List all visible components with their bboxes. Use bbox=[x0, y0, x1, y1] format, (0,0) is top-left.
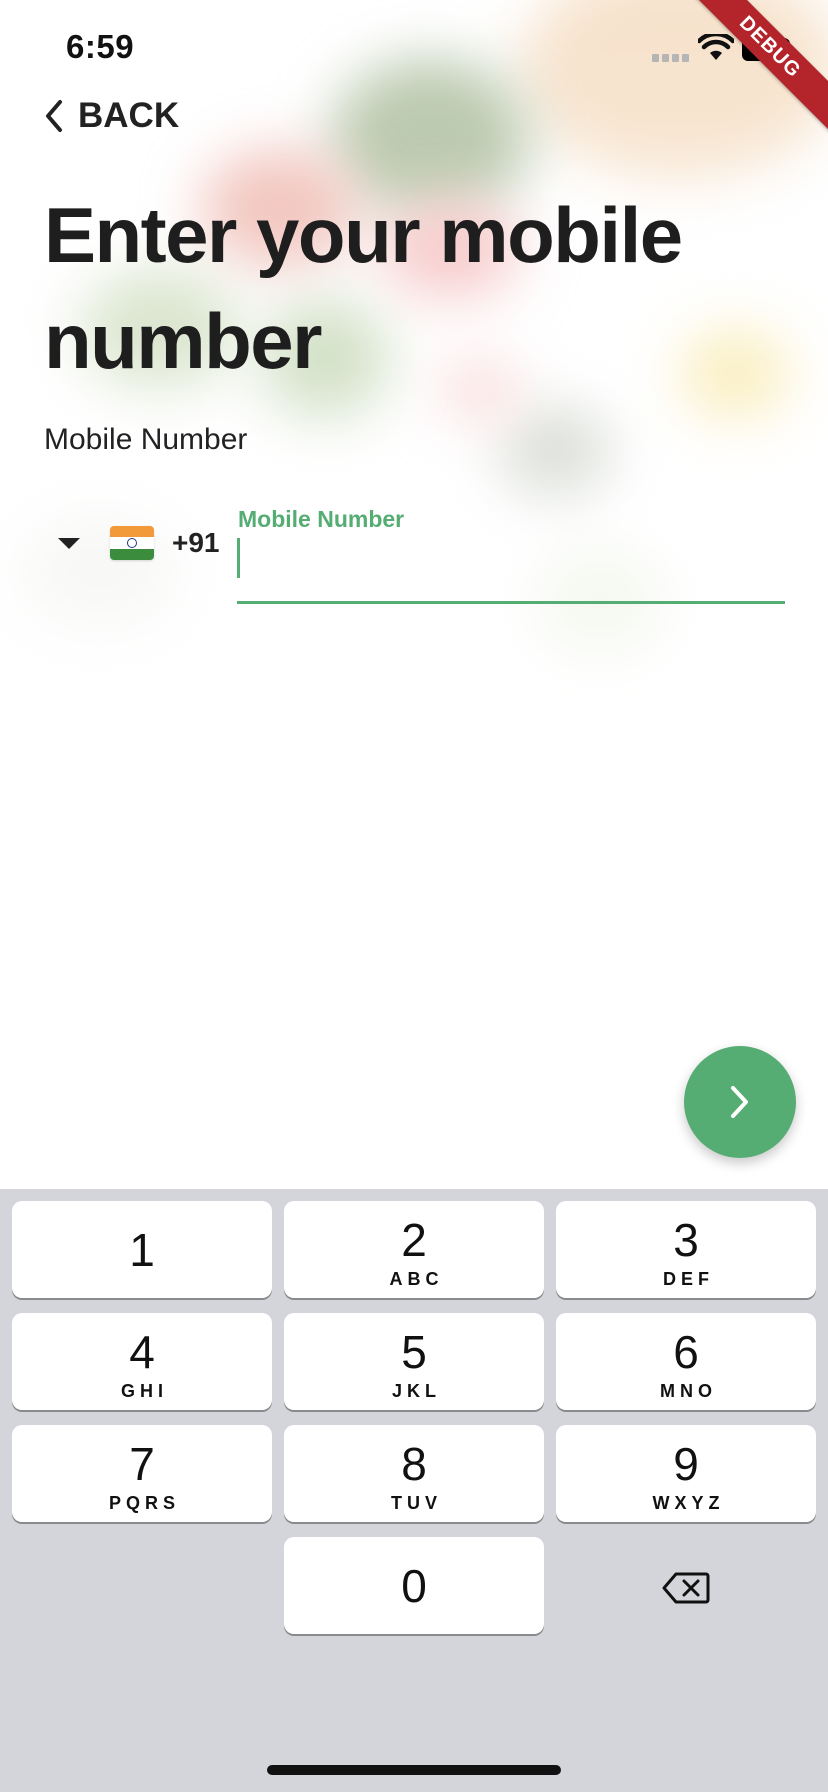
country-code-picker[interactable]: +91 bbox=[50, 518, 220, 568]
status-bar: 6:59 DEBUG bbox=[0, 0, 828, 137]
key-digit: 3 bbox=[673, 1214, 699, 1266]
key-letters: JKL bbox=[391, 1381, 441, 1401]
chevron-right-icon bbox=[731, 1086, 748, 1118]
key-digit: 1 bbox=[129, 1224, 155, 1276]
chevron-left-icon bbox=[46, 100, 62, 132]
india-flag-icon bbox=[110, 526, 154, 560]
key-9[interactable]: 9 WXYZ bbox=[556, 1425, 816, 1522]
key-4[interactable]: 4 GHI bbox=[12, 1313, 272, 1410]
key-digit: 2 bbox=[401, 1214, 427, 1266]
country-dial-code: +91 bbox=[172, 527, 220, 558]
numeric-keypad: 1 2 ABC 3 DEF 4 GHI 5 JKL 6 MNO 7 PQRS 8… bbox=[0, 1189, 828, 1792]
key-letters: TUV bbox=[391, 1493, 442, 1513]
key-letters: DEF bbox=[663, 1269, 714, 1289]
page-title: Enter your mobile number bbox=[44, 191, 683, 385]
next-button[interactable] bbox=[684, 1046, 796, 1158]
key-1[interactable]: 1 bbox=[12, 1201, 272, 1298]
cellular-signal-icon bbox=[652, 54, 689, 62]
backspace-icon bbox=[662, 1572, 710, 1603]
key-letters: ABC bbox=[389, 1269, 444, 1289]
mobile-number-floating-label: Mobile Number bbox=[238, 506, 405, 532]
text-cursor bbox=[237, 538, 240, 578]
section-label: Mobile Number bbox=[44, 423, 248, 456]
back-button[interactable]: BACK bbox=[44, 96, 179, 136]
key-letters: MNO bbox=[660, 1381, 717, 1401]
key-digit: 0 bbox=[401, 1560, 427, 1612]
key-5[interactable]: 5 JKL bbox=[284, 1313, 544, 1410]
key-digit: 6 bbox=[673, 1326, 699, 1378]
key-2[interactable]: 2 ABC bbox=[284, 1201, 544, 1298]
key-3[interactable]: 3 DEF bbox=[556, 1201, 816, 1298]
status-time: 6:59 bbox=[66, 28, 135, 65]
back-label: BACK bbox=[78, 96, 180, 135]
key-6[interactable]: 6 MNO bbox=[556, 1313, 816, 1410]
key-digit: 4 bbox=[129, 1326, 155, 1378]
home-indicator bbox=[267, 1765, 561, 1775]
wifi-icon bbox=[698, 34, 734, 60]
key-digit: 5 bbox=[401, 1326, 427, 1378]
delete-key[interactable] bbox=[556, 1539, 816, 1636]
mobile-number-input[interactable] bbox=[237, 534, 785, 604]
dropdown-caret-icon bbox=[58, 537, 80, 549]
key-digit: 7 bbox=[129, 1438, 155, 1490]
key-letters: PQRS bbox=[108, 1493, 180, 1513]
key-letters: GHI bbox=[120, 1381, 168, 1401]
key-7[interactable]: 7 PQRS bbox=[12, 1425, 272, 1522]
key-digit: 9 bbox=[673, 1438, 699, 1490]
key-digit: 8 bbox=[401, 1438, 427, 1490]
key-letters: WXYZ bbox=[652, 1493, 725, 1513]
key-0[interactable]: 0 bbox=[284, 1537, 544, 1634]
key-8[interactable]: 8 TUV bbox=[284, 1425, 544, 1522]
